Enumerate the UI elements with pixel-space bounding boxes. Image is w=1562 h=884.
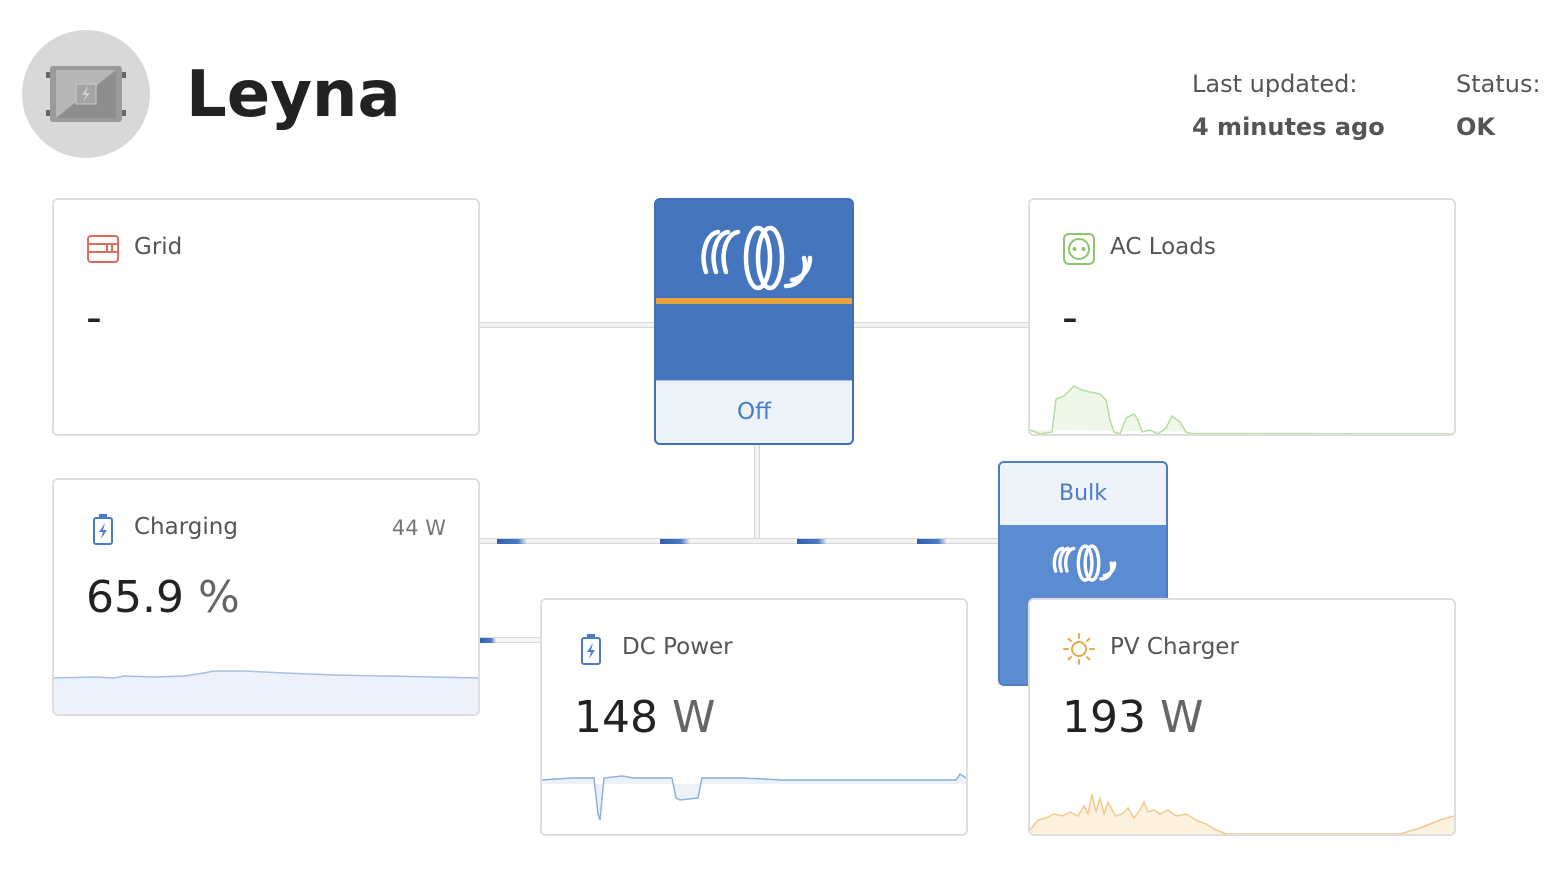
inverter-state: Off [656, 380, 852, 443]
flow-indicator [497, 539, 527, 544]
ac-loads-tile[interactable]: AC Loads - [1028, 198, 1456, 436]
pv-charger-tile[interactable]: PV Charger 193 W [1028, 598, 1456, 836]
grid-inverter-line [478, 322, 656, 328]
dc-power-value: 148 W [574, 692, 716, 743]
last-updated-label: Last updated: [1192, 70, 1358, 98]
flow-indicator [917, 539, 947, 544]
grid-value: - [86, 292, 102, 343]
ac-loads-sparkline [1030, 385, 1454, 434]
pv-charger-sparkline [1030, 793, 1454, 834]
dc-power-unit: W [671, 692, 716, 743]
gx-device-icon [46, 66, 126, 122]
battery-tile[interactable]: Charging 44 W 65.9 % [52, 478, 480, 716]
pv-charger-title: PV Charger [1110, 634, 1239, 660]
socket-icon [1063, 233, 1095, 265]
grid-icon [87, 235, 119, 263]
inverter-status-bar [656, 298, 852, 304]
battery-soc-value: 65.9 [86, 572, 184, 623]
device-avatar [22, 30, 150, 158]
solar-charger-state: Bulk [1000, 463, 1166, 525]
grid-tile[interactable]: Grid - [52, 198, 480, 436]
dc-power-number: 148 [574, 692, 658, 743]
battery-icon [93, 514, 113, 545]
dc-power-tile[interactable]: DC Power 148 W [540, 598, 968, 836]
inverter-dcbus-line [754, 444, 760, 542]
flow-indicator [480, 638, 496, 643]
inverter-acloads-line [852, 322, 1030, 328]
ac-loads-value: - [1062, 292, 1078, 343]
victron-logo-icon [701, 225, 813, 291]
battery-power: 44 W [391, 516, 446, 540]
battery-soc-unit: % [197, 572, 240, 623]
pv-charger-unit: W [1159, 692, 1204, 743]
sun-icon [1063, 633, 1095, 665]
dc-power-title: DC Power [622, 634, 733, 660]
last-updated-value: 4 minutes ago [1192, 113, 1385, 141]
battery-icon [581, 634, 601, 665]
victron-logo-icon [1052, 544, 1117, 582]
inverter-device[interactable]: Off [654, 198, 854, 445]
ac-loads-title: AC Loads [1110, 234, 1216, 260]
flow-indicator [660, 539, 690, 544]
grid-title: Grid [134, 234, 183, 260]
pv-charger-number: 193 [1062, 692, 1146, 743]
battery-sparkline [54, 670, 478, 714]
battery-title: Charging [134, 514, 238, 540]
dc-power-sparkline [542, 772, 966, 821]
pv-charger-value: 193 W [1062, 692, 1204, 743]
status-value: OK [1456, 113, 1495, 141]
status-label: Status: [1456, 70, 1541, 98]
flow-indicator [797, 539, 827, 544]
battery-soc: 65.9 % [86, 572, 240, 623]
site-title: Leyna [186, 58, 401, 132]
